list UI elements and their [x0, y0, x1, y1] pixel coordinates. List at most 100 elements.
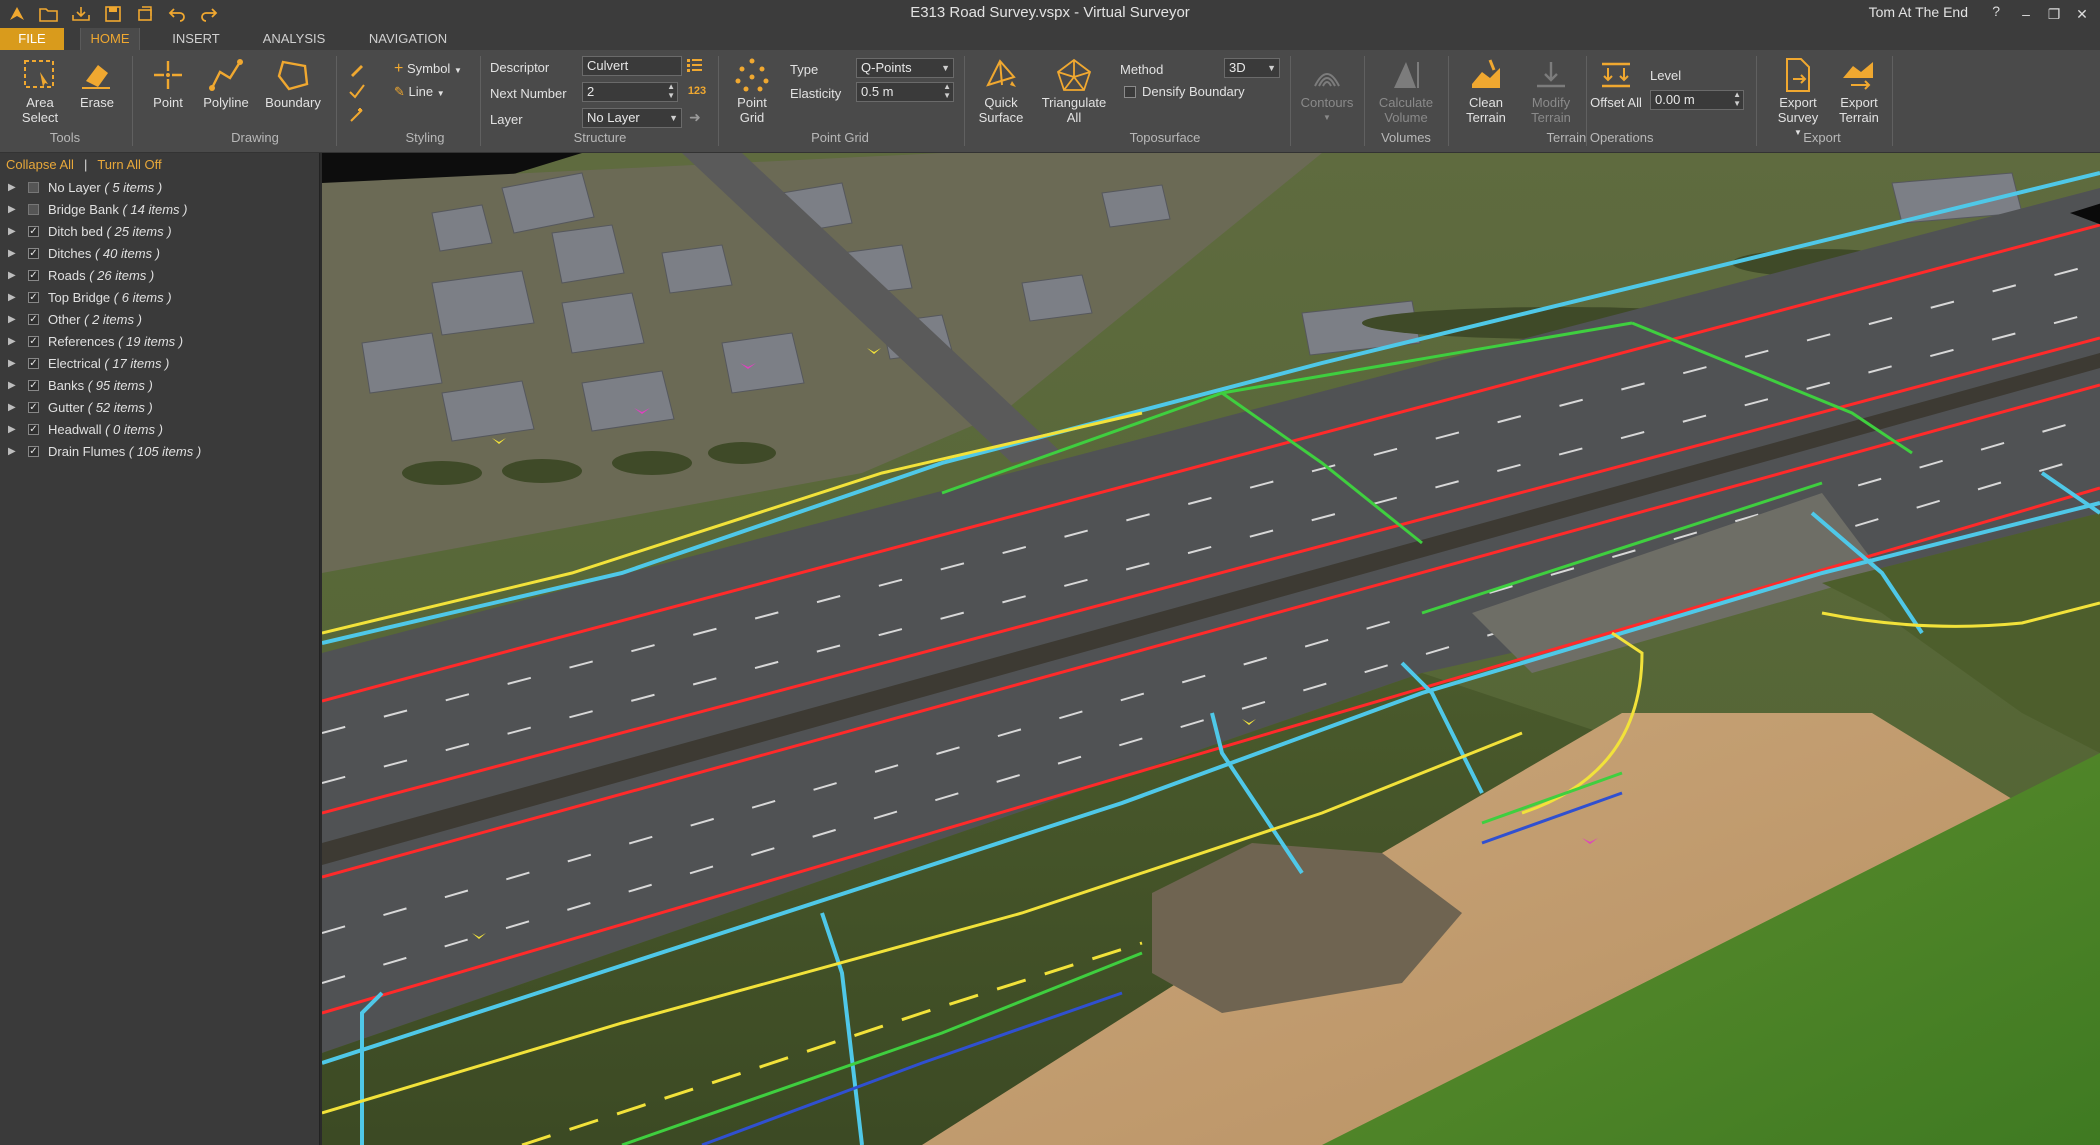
contours-button[interactable]: Contours ▼: [1296, 56, 1358, 125]
tab-navigation[interactable]: NAVIGATION: [356, 28, 460, 50]
symbol-plus-icon: +: [394, 60, 404, 77]
spin-arrows-icon[interactable]: ▲ ▼: [667, 82, 675, 100]
area-select-button[interactable]: Area Select: [14, 56, 66, 125]
point-button[interactable]: Point: [144, 56, 192, 110]
export-terrain-button[interactable]: Export Terrain: [1830, 56, 1888, 125]
expand-arrow-icon[interactable]: ▶: [8, 353, 16, 375]
line-dropdown[interactable]: ✎ Line ▼: [394, 84, 445, 100]
group-separator: [336, 56, 337, 146]
descriptor-field[interactable]: Culvert: [582, 56, 682, 76]
layer-name: References: [48, 334, 115, 349]
group-label-volumes: Volumes: [1381, 130, 1431, 145]
layer-row[interactable]: ▶ ✓ Ditches ( 40 items ): [0, 243, 320, 265]
layer-row[interactable]: ▶ Bridge Bank ( 14 items ): [0, 199, 320, 221]
level-label: Level: [1650, 68, 1682, 83]
expand-arrow-icon[interactable]: ▶: [8, 375, 16, 397]
quick-surface-button[interactable]: Quick Surface: [972, 56, 1030, 125]
expand-arrow-icon[interactable]: ▶: [8, 287, 16, 309]
spin-arrows-icon[interactable]: ▲ ▼: [1733, 90, 1741, 108]
wand-style-icon[interactable]: [348, 106, 366, 124]
level-stepper[interactable]: 0.00 m ▲ ▼: [1650, 90, 1744, 110]
minimize-icon[interactable]: –: [2012, 2, 2040, 26]
layer-item-count: ( 105 items ): [128, 444, 202, 459]
expand-arrow-icon[interactable]: ▶: [8, 331, 16, 353]
layer-visibility-checkbox[interactable]: ✓: [28, 424, 39, 435]
layer-row[interactable]: ▶ ✓ Banks ( 95 items ): [0, 375, 320, 397]
layer-row[interactable]: ▶ ✓ Top Bridge ( 6 items ): [0, 287, 320, 309]
layer-row[interactable]: ▶ ✓ Drain Flumes ( 105 items ): [0, 441, 320, 463]
layer-visibility-checkbox[interactable]: [28, 204, 39, 215]
layer-select[interactable]: No Layer ▼: [582, 108, 682, 128]
layer-row[interactable]: ▶ ✓ Other ( 2 items ): [0, 309, 320, 331]
auto-number-icon[interactable]: 123: [686, 82, 708, 100]
densify-boundary-checkbox[interactable]: [1124, 86, 1136, 98]
type-select[interactable]: Q-Points ▼: [856, 58, 954, 78]
layer-name: Other: [48, 312, 81, 327]
collapse-all-link[interactable]: Collapse All: [6, 157, 74, 172]
layer-visibility-checkbox[interactable]: ✓: [28, 248, 39, 259]
layer-visibility-checkbox[interactable]: ✓: [28, 402, 39, 413]
triangulate-all-button[interactable]: Triangulate All: [1036, 56, 1112, 125]
layer-name: Gutter: [48, 400, 85, 415]
layer-row[interactable]: ▶ ✓ Roads ( 26 items ): [0, 265, 320, 287]
calculate-volume-button[interactable]: Calculate Volume: [1370, 56, 1442, 125]
expand-arrow-icon[interactable]: ▶: [8, 397, 16, 419]
tab-home[interactable]: HOME: [80, 28, 140, 50]
layer-visibility-checkbox[interactable]: ✓: [28, 292, 39, 303]
expand-arrow-icon[interactable]: ▶: [8, 221, 16, 243]
clean-terrain-button[interactable]: Clean Terrain: [1454, 56, 1518, 125]
point-grid-button[interactable]: Point Grid: [726, 56, 778, 125]
pen-style-icon[interactable]: [348, 60, 366, 78]
layer-visibility-checkbox[interactable]: ✓: [28, 270, 39, 281]
chevron-down-icon: ▼: [941, 63, 950, 73]
expand-arrow-icon[interactable]: ▶: [8, 441, 16, 463]
layer-visibility-checkbox[interactable]: ✓: [28, 226, 39, 237]
brush-style-icon[interactable]: [348, 82, 366, 100]
expand-arrow-icon[interactable]: ▶: [8, 419, 16, 441]
expand-arrow-icon[interactable]: ▶: [8, 177, 16, 199]
arrow-right-icon[interactable]: ➜: [686, 108, 704, 126]
tab-insert[interactable]: INSERT: [160, 28, 232, 50]
expand-arrow-icon[interactable]: ▶: [8, 243, 16, 265]
layer-visibility-checkbox[interactable]: ✓: [28, 358, 39, 369]
layer-visibility-checkbox[interactable]: ✓: [28, 314, 39, 325]
scene-render[interactable]: [322, 153, 2100, 1145]
export-survey-button[interactable]: Export Survey ▼: [1766, 56, 1830, 140]
layer-row[interactable]: ▶ ✓ References ( 19 items ): [0, 331, 320, 353]
symbol-dropdown[interactable]: + Symbol ▼: [394, 60, 462, 78]
layer-item-count: ( 26 items ): [89, 268, 155, 283]
layer-row[interactable]: ▶ ✓ Electrical ( 17 items ): [0, 353, 320, 375]
help-button[interactable]: ?: [1992, 3, 2000, 19]
tab-file[interactable]: FILE: [0, 28, 64, 50]
erase-button[interactable]: Erase: [72, 56, 122, 110]
group-label-drawing: Drawing: [231, 130, 279, 145]
turn-all-off-link[interactable]: Turn All Off: [97, 157, 161, 172]
offset-all-button[interactable]: Offset All: [1590, 56, 1642, 110]
layer-row[interactable]: ▶ ✓ Gutter ( 52 items ): [0, 397, 320, 419]
expand-arrow-icon[interactable]: ▶: [8, 309, 16, 331]
polyline-button[interactable]: Polyline: [198, 56, 254, 110]
layer-visibility-checkbox[interactable]: ✓: [28, 380, 39, 391]
group-separator: [718, 56, 719, 146]
next-number-stepper[interactable]: 2 ▲ ▼: [582, 82, 678, 102]
layer-row[interactable]: ▶ No Layer ( 5 items ): [0, 177, 320, 199]
layer-visibility-checkbox[interactable]: ✓: [28, 446, 39, 457]
expand-arrow-icon[interactable]: ▶: [8, 265, 16, 287]
modify-terrain-button[interactable]: Modify Terrain: [1520, 56, 1582, 125]
spin-arrows-icon[interactable]: ▲ ▼: [943, 82, 951, 100]
layer-row[interactable]: ▶ ✓ Ditch bed ( 25 items ): [0, 221, 320, 243]
tab-analysis[interactable]: ANALYSIS: [252, 28, 336, 50]
close-icon[interactable]: ✕: [2068, 2, 2096, 26]
method-select[interactable]: 3D ▼: [1224, 58, 1280, 78]
layer-visibility-checkbox[interactable]: ✓: [28, 336, 39, 347]
3d-viewport[interactable]: [322, 153, 2100, 1145]
boundary-button[interactable]: Boundary: [260, 56, 326, 110]
list-icon[interactable]: [686, 56, 704, 74]
layer-visibility-checkbox[interactable]: [28, 182, 39, 193]
layer-list: ▶ No Layer ( 5 items ) ▶ Bridge Bank ( 14 i…: [0, 177, 320, 463]
layer-row[interactable]: ▶ ✓ Headwall ( 0 items ): [0, 419, 320, 441]
user-name[interactable]: Tom At The End: [1869, 4, 1968, 20]
expand-arrow-icon[interactable]: ▶: [8, 199, 16, 221]
restore-icon[interactable]: ❐: [2040, 2, 2068, 26]
elasticity-stepper[interactable]: 0.5 m ▲ ▼: [856, 82, 954, 102]
